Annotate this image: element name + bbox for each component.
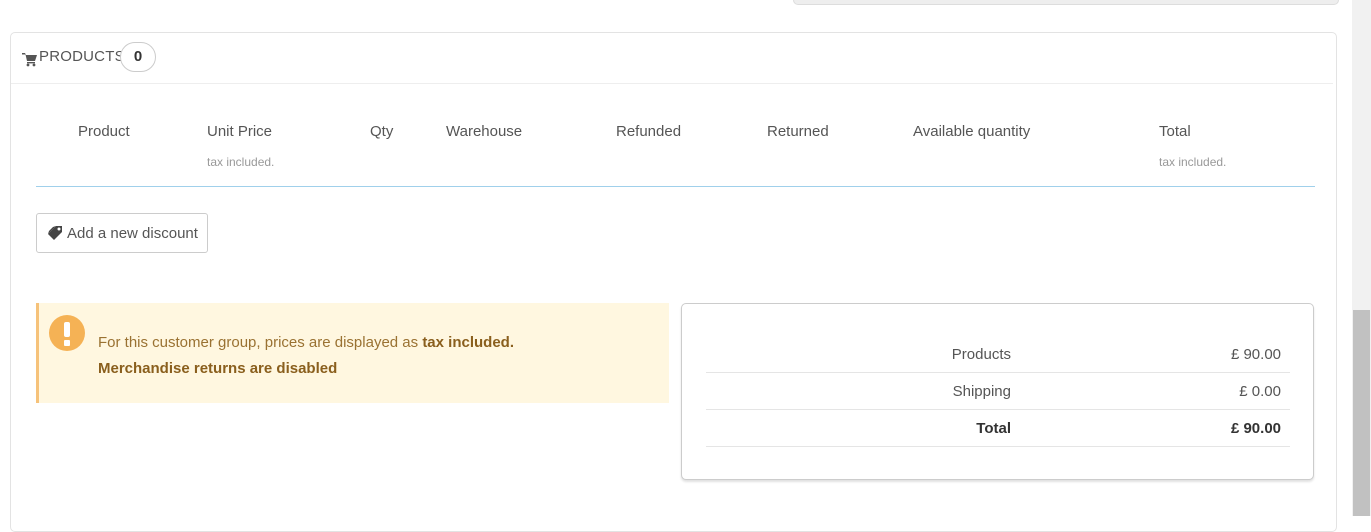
order-totals-box: Products £ 90.00 Shipping £ 0.00 Total £…	[681, 303, 1314, 480]
panel-title: PRODUCTS	[39, 48, 125, 65]
totals-value: £ 90.00	[1230, 420, 1281, 437]
add-discount-label: Add a new discount	[67, 224, 198, 242]
add-discount-button[interactable]: Add a new discount	[36, 213, 208, 253]
totals-label: Total	[976, 420, 1011, 437]
alert-returns-disabled: Merchandise returns are disabled	[98, 360, 338, 377]
products-panel: PRODUCTS 0 Product Unit Price tax includ…	[10, 32, 1337, 532]
alert-text-bold: tax included.	[422, 334, 514, 351]
scrollbar-thumb[interactable]	[1353, 310, 1370, 516]
column-header-total[interactable]: Total	[1159, 123, 1191, 140]
column-header-available-quantity[interactable]: Available quantity	[913, 123, 1030, 140]
column-subheader-total: tax included.	[1159, 155, 1227, 169]
totals-label: Shipping	[952, 383, 1011, 400]
totals-row-total: Total £ 90.00	[706, 410, 1290, 447]
table-header-divider	[36, 186, 1315, 187]
panel-heading: PRODUCTS 0	[11, 33, 1333, 84]
column-header-refunded[interactable]: Refunded	[616, 123, 681, 140]
totals-label: Products	[951, 346, 1011, 363]
exclamation-icon	[49, 315, 85, 351]
totals-row-shipping: Shipping £ 0.00	[706, 373, 1290, 410]
column-header-qty[interactable]: Qty	[370, 123, 393, 140]
tag-icon	[48, 226, 62, 240]
column-header-unit-price[interactable]: Unit Price	[207, 123, 272, 140]
totals-value: £ 0.00	[1239, 383, 1281, 400]
alert-message: For this customer group, prices are disp…	[98, 330, 514, 382]
alert-text-prefix: For this customer group, prices are disp…	[98, 334, 423, 351]
column-header-product[interactable]: Product	[78, 123, 130, 140]
totals-row-products: Products £ 90.00	[706, 336, 1290, 373]
top-panel-edge	[793, 0, 1339, 5]
product-count-badge: 0	[120, 42, 156, 72]
column-subheader-unit-price: tax included.	[207, 155, 275, 169]
column-header-returned[interactable]: Returned	[767, 123, 829, 140]
totals-value: £ 90.00	[1230, 346, 1281, 363]
shopping-cart-icon	[22, 53, 37, 67]
column-header-warehouse[interactable]: Warehouse	[446, 123, 522, 140]
tax-info-alert: For this customer group, prices are disp…	[36, 303, 669, 403]
